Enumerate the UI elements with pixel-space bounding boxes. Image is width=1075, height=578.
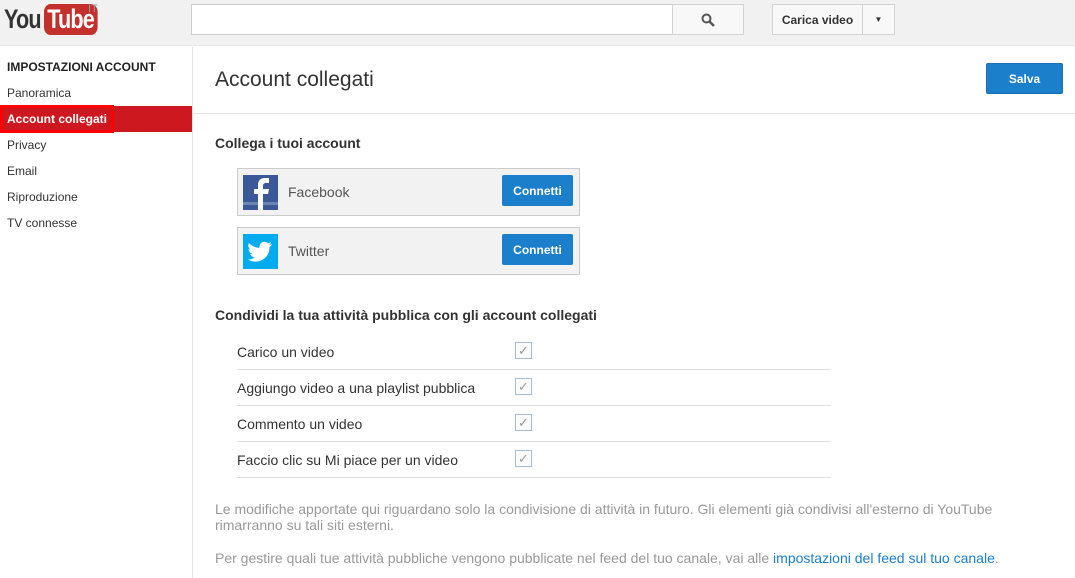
list-item: Carico un video ✓ — [237, 334, 831, 370]
sidebar-item-account-collegati[interactable]: Account collegati — [0, 105, 192, 133]
youtube-logo[interactable]: You Tube IT — [4, 3, 111, 35]
option-label: Aggiungo video a una playlist pubblica — [237, 380, 476, 396]
feed-settings-link[interactable]: impostazioni del feed sul tuo canale — [773, 550, 995, 566]
country-code: IT — [88, 3, 98, 15]
facebook-icon — [243, 175, 278, 210]
twitter-connect-button[interactable]: Connetti — [502, 234, 573, 265]
sidebar-title: IMPOSTAZIONI ACCOUNT — [7, 60, 156, 74]
sharing-note: Le modifiche apportate qui riguardano so… — [215, 501, 993, 533]
caret-down-icon: ▼ — [874, 15, 883, 24]
list-item: Faccio clic su Mi piace per un video ✓ — [237, 442, 831, 478]
upload-button[interactable]: Carica video — [772, 4, 863, 35]
facebook-connect-button[interactable]: Connetti — [502, 175, 573, 206]
sidebar-item-panoramica[interactable]: Panoramica — [0, 80, 192, 106]
account-name: Facebook — [288, 184, 350, 200]
list-item: Commento un video ✓ — [237, 406, 831, 442]
option-label: Faccio clic su Mi piace per un video — [237, 452, 458, 468]
checkbox[interactable]: ✓ — [515, 378, 532, 395]
sidebar-item-label: Account collegati — [0, 105, 115, 133]
share-options-list: Carico un video ✓ Aggiungo video a una pl… — [237, 334, 831, 478]
link-heading: Collega i tuoi account — [215, 135, 361, 151]
upload-dropdown-button[interactable]: ▼ — [862, 4, 895, 35]
sidebar-item-email[interactable]: Email — [0, 158, 192, 184]
checkbox[interactable]: ✓ — [515, 414, 532, 431]
twitter-icon — [243, 234, 278, 269]
logo-you: You — [4, 4, 42, 34]
feed-note-text: Per gestire quali tue attività pubbliche… — [215, 550, 774, 566]
main-content: Account collegati Salva Collega i tuoi a… — [193, 47, 1075, 578]
sidebar-item-riproduzione[interactable]: Riproduzione — [0, 184, 192, 210]
search-icon — [701, 13, 715, 27]
list-item: Aggiungo video a una playlist pubblica ✓ — [237, 370, 831, 406]
search-button[interactable] — [672, 4, 744, 35]
share-heading: Condividi la tua attività pubblica con g… — [215, 307, 597, 323]
search-input[interactable] — [191, 4, 673, 35]
checkbox[interactable]: ✓ — [515, 450, 532, 467]
option-label: Commento un video — [237, 416, 363, 432]
feed-note-suffix: . — [994, 550, 999, 566]
page-title: Account collegati — [215, 68, 374, 91]
option-label: Carico un video — [237, 344, 335, 360]
masthead: You Tube IT Carica video ▼ — [0, 0, 1075, 46]
sidebar-item-tv-connesse[interactable]: TV connesse — [0, 210, 192, 236]
sidebar: IMPOSTAZIONI ACCOUNT Panoramica Account … — [0, 47, 193, 578]
save-button[interactable]: Salva — [986, 63, 1063, 94]
feed-note: Per gestire quali tue attività pubbliche… — [215, 550, 1045, 566]
sidebar-item-privacy[interactable]: Privacy — [0, 132, 192, 158]
facebook-account-row: Facebook Connetti — [237, 168, 580, 216]
account-name: Twitter — [288, 243, 330, 259]
checkbox[interactable]: ✓ — [515, 342, 532, 359]
twitter-account-row: Twitter Connetti — [237, 227, 580, 275]
